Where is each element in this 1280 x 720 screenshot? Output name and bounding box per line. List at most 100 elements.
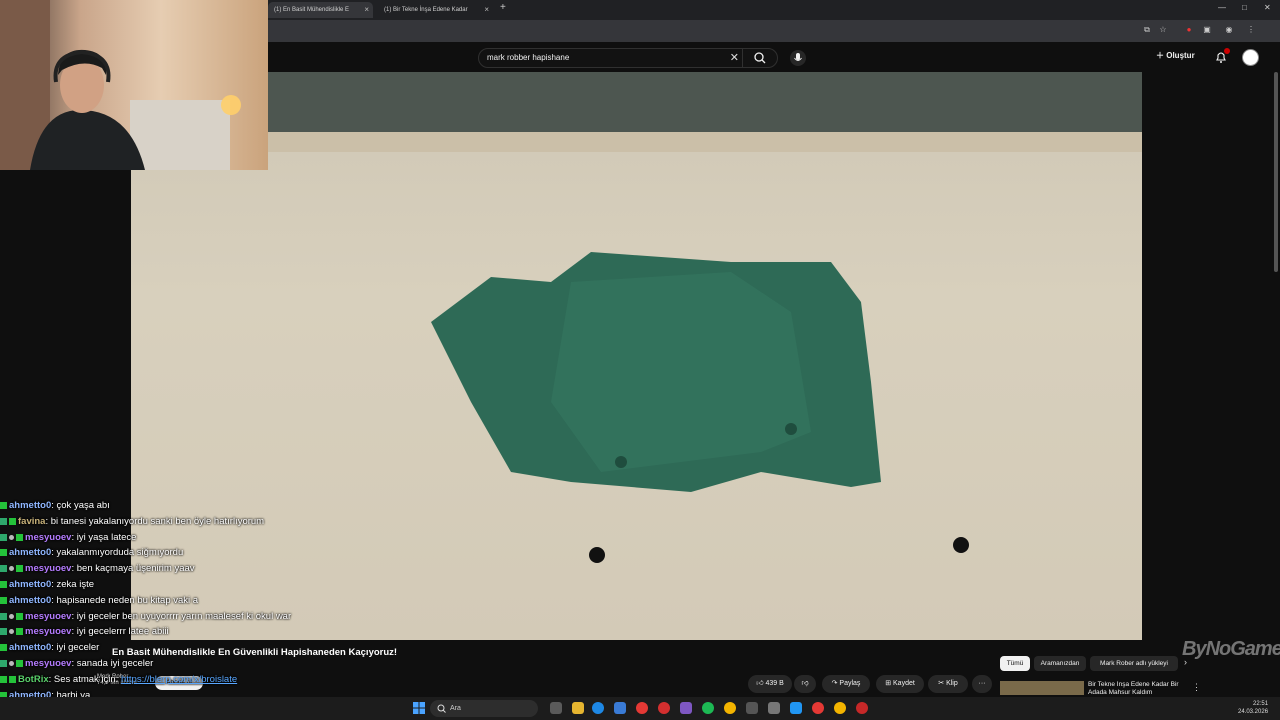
taskbar-search[interactable]: Ara	[430, 700, 538, 717]
share-button[interactable]: ↷ Paylaş	[822, 675, 870, 693]
search-icon	[754, 52, 766, 64]
recommendation-title[interactable]: Bir Tekne İnşa Edene Kadar Bir Adada Mah…	[1088, 681, 1184, 695]
recommendation-menu-icon[interactable]: ⋮	[1192, 682, 1201, 693]
chat-text: bi tanesi yakalanıyordu sanki ben öyle h…	[50, 515, 265, 527]
chip-all[interactable]: Tümü	[1000, 656, 1030, 671]
chip-uploader[interactable]: Mark Rober adlı yükleyi	[1090, 656, 1178, 671]
create-button[interactable]: ＋ Oluştur	[1156, 50, 1195, 61]
close-window-icon[interactable]: ✕	[1264, 3, 1271, 12]
spotify-icon[interactable]	[702, 702, 714, 714]
chat-message: ahmetto0: iyi geceler	[0, 640, 420, 656]
chat-username[interactable]: mesyuoev	[25, 626, 71, 637]
edge-icon[interactable]	[592, 702, 604, 714]
share-icon: ↷	[831, 680, 838, 687]
minimize-icon[interactable]: —	[1218, 3, 1226, 12]
chat-username[interactable]: mesyuoev	[25, 563, 71, 574]
create-label: Oluştur	[1166, 51, 1195, 60]
browser-tab-active[interactable]: (1) En Basit Mühendislikle E ×	[268, 2, 373, 18]
voice-search-button[interactable]	[790, 50, 806, 66]
notifications-button[interactable]	[1214, 48, 1230, 64]
more-actions-button[interactable]: ···	[972, 675, 992, 693]
subscriber-badge-icon	[0, 659, 7, 667]
search-button[interactable]	[742, 49, 777, 67]
share-label: Paylaş	[839, 680, 861, 687]
chat-message: favina: bi tanesi yakalanıyordu sanki be…	[0, 514, 420, 530]
chat-username[interactable]: ahmetto0	[9, 595, 51, 606]
maximize-icon[interactable]: □	[1242, 3, 1247, 12]
chrome-icon-2[interactable]	[834, 702, 846, 714]
verified-badge-icon	[0, 675, 7, 683]
chat-text: sanada iyi geceler	[76, 657, 154, 669]
recommendation-thumbnail[interactable]	[1000, 681, 1084, 695]
cast-icon[interactable]: ⧉	[1142, 25, 1152, 35]
system-clock[interactable]: 22:51 24.03.2026	[1238, 700, 1268, 716]
like-button[interactable]: 👍︎ 439 B	[748, 675, 792, 693]
app-icon-gray[interactable]	[746, 702, 758, 714]
kick-badge-icon	[0, 502, 7, 509]
stream-chat-overlay: ahmetto0: çok yaşa abı favina: bi tanesi …	[0, 498, 420, 703]
task-view-icon[interactable]	[550, 702, 562, 714]
app-icon-red[interactable]	[636, 702, 648, 714]
video-table-edge	[131, 132, 1142, 152]
search-input[interactable]: mark robber hapishane	[487, 49, 569, 67]
app-icon-blue[interactable]	[790, 702, 802, 714]
dot-badge-icon	[9, 613, 14, 619]
close-tab-icon[interactable]: ×	[364, 2, 369, 18]
chat-username[interactable]: ahmetto0	[9, 500, 51, 511]
browser-menu-icon[interactable]: ⋮	[1246, 25, 1256, 35]
chat-link[interactable]: https://blerp.com/x/broislate	[121, 674, 237, 685]
clear-search-icon[interactable]: ✕	[730, 51, 739, 64]
chat-message: ahmetto0: zeka işte	[0, 577, 420, 593]
chat-username[interactable]: mesyuoev	[25, 658, 71, 669]
save-button[interactable]: ⊞ Kaydet	[876, 675, 924, 693]
chat-username[interactable]: ahmetto0	[9, 579, 51, 590]
file-explorer-icon[interactable]	[572, 702, 584, 714]
chat-message: BotRix: Ses atmak için: https://blerp.co…	[0, 672, 420, 688]
chat-username[interactable]: mesyuoev	[25, 611, 71, 622]
chat-text: iyi geceler ben uyuyorrrr yarın maalesef…	[76, 610, 292, 622]
app-icon-red-3[interactable]	[856, 702, 868, 714]
chrome-icon[interactable]	[724, 702, 736, 714]
bookmark-star-icon[interactable]: ☆	[1158, 25, 1168, 35]
youtube-header: mark robber hapishane ✕ ＋ Oluştur	[268, 42, 1280, 72]
browser-tab[interactable]: (1) Bir Tekne İnşa Edene Kadar ×	[378, 2, 493, 18]
dot-badge-icon	[9, 660, 14, 666]
kick-badge-icon	[16, 533, 23, 541]
chat-message: mesyuoev: ben kaçmaya üşenirim yaav	[0, 561, 420, 577]
subscriber-badge-icon	[0, 533, 7, 541]
subscriber-badge-icon	[0, 517, 7, 525]
chat-message: mesyuoev: iyi geceler ben uyuyorrrr yarı…	[0, 609, 420, 625]
clock-time: 22:51	[1253, 701, 1269, 707]
windows-start-icon[interactable]	[413, 702, 425, 714]
profile-icon[interactable]: ◉	[1224, 25, 1234, 35]
youtube-app-icon[interactable]	[658, 702, 670, 714]
new-tab-button[interactable]: +	[500, 2, 506, 13]
app-icon-gray-2[interactable]	[768, 702, 780, 714]
store-icon[interactable]	[614, 702, 626, 714]
search-box[interactable]: mark robber hapishane ✕	[478, 48, 778, 68]
dot-badge-icon	[9, 629, 14, 635]
browser-toolbar: ⧉ ☆ ● ▣ ◉ ⋮	[268, 20, 1280, 42]
page-scrollbar[interactable]	[1274, 72, 1278, 272]
chat-username[interactable]: mesyuoev	[25, 532, 71, 543]
search-icon	[437, 704, 446, 713]
chat-username[interactable]: BotRix	[18, 674, 49, 685]
clip-button[interactable]: ✂ Klip	[928, 675, 968, 693]
chat-text: çok yaşa abı	[56, 500, 110, 511]
extensions-puzzle-icon[interactable]: ▣	[1202, 25, 1212, 35]
windows-taskbar: Ara 22:51 24.03.2026	[0, 697, 1280, 720]
twitch-icon[interactable]	[680, 702, 692, 714]
microphone-icon	[794, 53, 802, 61]
chat-text: iyi gecelerrr latee abiii	[76, 626, 169, 638]
chat-username[interactable]: ahmetto0	[9, 642, 51, 653]
chat-username[interactable]: ahmetto0	[9, 547, 51, 558]
like-count: 439 B	[765, 680, 784, 687]
app-icon-red-2[interactable]	[812, 702, 824, 714]
extension-icon[interactable]: ●	[1184, 25, 1194, 35]
close-tab-icon[interactable]: ×	[484, 2, 489, 18]
chip-from-search[interactable]: Aramanızdan	[1034, 656, 1086, 671]
account-avatar[interactable]	[1242, 49, 1259, 66]
subscriber-badge-icon	[0, 565, 7, 573]
chat-username[interactable]: favina	[18, 516, 45, 527]
dislike-button[interactable]: 👎︎	[794, 675, 816, 693]
